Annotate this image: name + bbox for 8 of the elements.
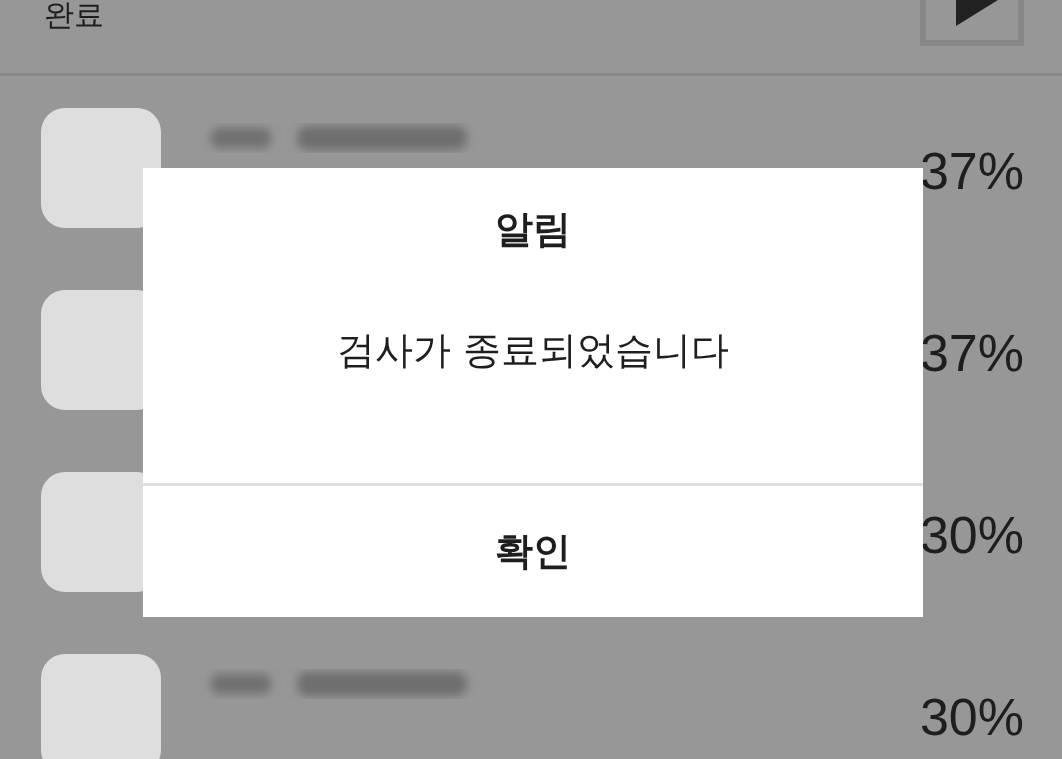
percentage: 37% <box>919 141 1024 201</box>
percentage: 30% <box>919 687 1024 747</box>
app-icon <box>41 654 161 759</box>
dialog-message: 검사가 종료되었습니다 <box>336 327 730 374</box>
header-title: 완료 <box>44 0 104 30</box>
app-icon <box>41 108 161 228</box>
percentage: 37% <box>919 323 1024 383</box>
dialog-title: 알림 <box>495 206 571 253</box>
